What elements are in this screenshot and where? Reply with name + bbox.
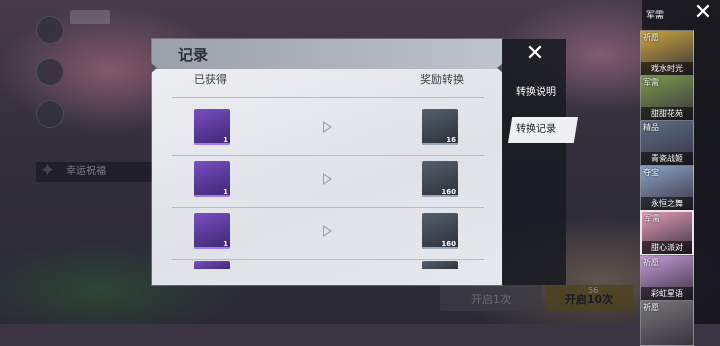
- arrow-right-icon: [323, 225, 332, 237]
- sidebar-event-card[interactable]: 军需 甜甜花苑: [640, 75, 694, 121]
- column-header-reward: 奖励转换: [420, 73, 464, 86]
- sidebar-event-card[interactable]: 精品 青瓷战姬: [640, 120, 694, 166]
- pink-helmet-icon[interactable]: 1: [194, 213, 230, 249]
- modal-tab-panel: [502, 39, 566, 285]
- arrow-right-icon: [323, 173, 332, 185]
- tab-conversion-info[interactable]: 转换说明: [508, 80, 578, 106]
- partial-item-icon: [194, 261, 230, 269]
- bunny-ear-accessory-icon[interactable]: 1: [194, 161, 230, 197]
- close-icon[interactable]: ✕: [690, 2, 716, 24]
- card-tag: 军需: [643, 78, 659, 87]
- modal-close-icon[interactable]: ✕: [520, 42, 550, 66]
- row-divider: [172, 259, 484, 260]
- rarity-bar: [422, 143, 458, 145]
- row-divider: [172, 207, 484, 208]
- row-divider: [172, 155, 484, 156]
- card-name: 彩虹星语: [641, 287, 693, 300]
- pink-rifle-icon[interactable]: 1: [194, 109, 230, 145]
- card-name: 甜心派对: [642, 241, 692, 254]
- modal-title: 记录: [178, 46, 209, 64]
- record-row: 1 160: [172, 209, 484, 261]
- card-name: 永恒之舞: [641, 197, 693, 210]
- card-name: 甜甜花苑: [641, 107, 693, 120]
- card-tag: 军需: [644, 214, 660, 223]
- card-tag: 祈愿: [643, 33, 659, 42]
- rarity-bar: [422, 247, 458, 249]
- card-tag: 祈愿: [643, 303, 659, 312]
- bronze-coin-icon[interactable]: 160: [422, 213, 458, 249]
- rarity-bar: [194, 143, 230, 145]
- record-modal: 记录 已获得 奖励转换 1 16 1 160 1 160: [151, 39, 503, 285]
- corner-decoration: [151, 63, 157, 73]
- partial-reward-icon: [422, 261, 458, 269]
- card-tag: 祈愿: [643, 258, 659, 267]
- rarity-bar: [194, 247, 230, 249]
- card-tag: 精品: [643, 123, 659, 132]
- sidebar-event-card[interactable]: 祈愿 戏水时光: [640, 30, 694, 76]
- record-row: 1 160: [172, 157, 484, 209]
- record-list[interactable]: 1 16 1 160 1 160: [172, 89, 484, 269]
- rarity-bar: [194, 195, 230, 197]
- record-row: 1 16: [172, 105, 484, 157]
- bronze-coin-icon[interactable]: 160: [422, 161, 458, 197]
- rarity-bar: [422, 195, 458, 197]
- sidebar-event-card[interactable]: 祈愿 彩虹星语: [640, 255, 694, 301]
- sidebar-event-card[interactable]: 祈愿: [640, 300, 694, 346]
- sidebar-top-label: 军需: [646, 11, 665, 21]
- card-name: 青瓷战姬: [641, 152, 693, 165]
- sidebar-event-card[interactable]: 军需 甜心派对: [640, 210, 694, 256]
- sidebar-event-card[interactable]: 夺宝 永恒之舞: [640, 165, 694, 211]
- column-header-obtained: 已获得: [194, 73, 227, 86]
- green-token-icon[interactable]: 16: [422, 109, 458, 145]
- row-divider: [172, 97, 484, 98]
- arrow-right-icon: [323, 121, 332, 133]
- card-name: 戏水时光: [641, 62, 693, 75]
- tab-conversion-record[interactable]: 转换记录: [508, 117, 578, 143]
- card-tag: 夺宝: [643, 168, 659, 177]
